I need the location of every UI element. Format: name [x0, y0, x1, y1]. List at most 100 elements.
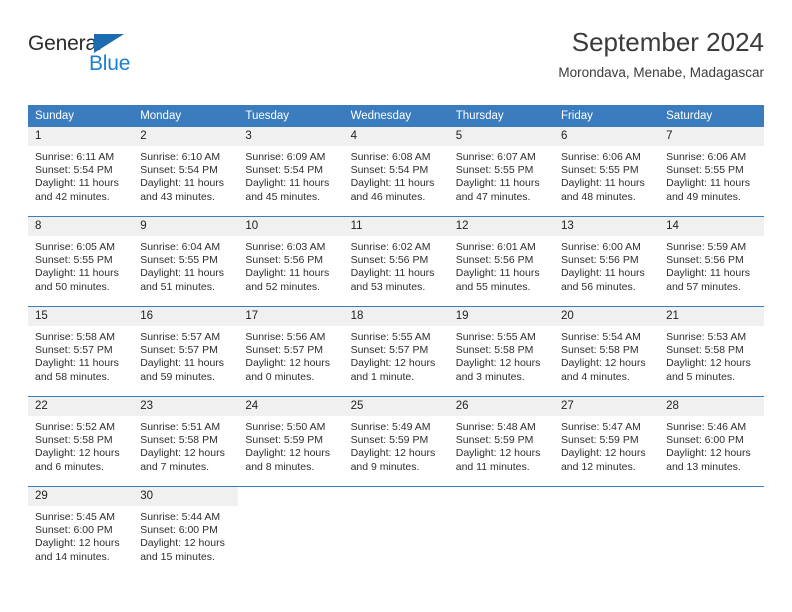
day-cell[interactable]: 27 Sunrise: 5:47 AM Sunset: 5:59 PM Dayl… — [553, 396, 660, 487]
day-cell-empty — [659, 486, 765, 576]
daylight-line1: Daylight: 11 hours — [140, 267, 225, 280]
day-cell[interactable]: 25 Sunrise: 5:49 AM Sunset: 5:59 PM Dayl… — [343, 396, 449, 487]
day-cell[interactable]: 10 Sunrise: 6:03 AM Sunset: 5:56 PM Dayl… — [238, 216, 344, 307]
sunset-text: Sunset: 5:56 PM — [245, 254, 324, 267]
week-row: 29 Sunrise: 5:45 AM Sunset: 6:00 PM Dayl… — [28, 486, 765, 576]
daylight-line1: Daylight: 11 hours — [350, 267, 435, 280]
page-subtitle: Morondava, Menabe, Madagascar — [558, 65, 764, 80]
sunset-text: Sunset: 5:55 PM — [560, 164, 639, 177]
day-cell[interactable]: 22 Sunrise: 5:52 AM Sunset: 5:58 PM Dayl… — [28, 396, 134, 487]
day-cell[interactable]: 19 Sunrise: 5:55 AM Sunset: 5:58 PM Dayl… — [448, 306, 554, 397]
day-cell[interactable]: 7 Sunrise: 6:06 AM Sunset: 5:55 PM Dayli… — [659, 127, 765, 217]
day-cell[interactable]: 3 Sunrise: 6:09 AM Sunset: 5:54 PM Dayli… — [238, 127, 344, 217]
day-number: 1 — [28, 127, 134, 146]
daylight-line1: Daylight: 11 hours — [666, 267, 750, 280]
day-number: 24 — [238, 397, 344, 416]
sunset-text: Sunset: 5:57 PM — [350, 344, 429, 357]
day-cell[interactable]: 2 Sunrise: 6:10 AM Sunset: 5:54 PM Dayli… — [133, 127, 239, 217]
daylight-line1: Daylight: 11 hours — [35, 177, 119, 190]
sunrise-text: Sunrise: 6:01 AM — [455, 241, 536, 253]
day-cell[interactable]: 8 Sunrise: 6:05 AM Sunset: 5:55 PM Dayli… — [28, 216, 134, 307]
daylight-line2: and 53 minutes. — [350, 280, 426, 293]
sunrise-text: Sunrise: 5:54 AM — [560, 331, 641, 343]
day-details: Sunrise: 5:53 AM Sunset: 5:58 PM Dayligh… — [659, 326, 764, 384]
day-number: 22 — [28, 397, 134, 416]
sunset-text: Sunset: 5:54 PM — [140, 164, 218, 177]
day-cell[interactable]: 15 Sunrise: 5:58 AM Sunset: 5:57 PM Dayl… — [28, 306, 134, 397]
day-cell[interactable]: 5 Sunrise: 6:07 AM Sunset: 5:55 PM Dayli… — [448, 127, 554, 217]
day-cell[interactable]: 16 Sunrise: 5:57 AM Sunset: 5:57 PM Dayl… — [133, 306, 239, 397]
day-details: Sunrise: 6:10 AM Sunset: 5:54 PM Dayligh… — [133, 146, 238, 204]
day-cell[interactable]: 20 Sunrise: 5:54 AM Sunset: 5:58 PM Dayl… — [553, 306, 660, 397]
day-cell[interactable]: 28 Sunrise: 5:46 AM Sunset: 6:00 PM Dayl… — [659, 396, 765, 487]
sunset-text: Sunset: 5:59 PM — [245, 434, 324, 447]
sunset-text: Sunset: 5:58 PM — [140, 434, 218, 447]
day-details: Sunrise: 5:51 AM Sunset: 5:58 PM Dayligh… — [133, 416, 238, 474]
sunset-text: Sunset: 5:55 PM — [455, 164, 534, 177]
day-details: Sunrise: 5:55 AM Sunset: 5:58 PM Dayligh… — [449, 326, 554, 384]
day-cell[interactable]: 1 Sunrise: 6:11 AM Sunset: 5:54 PM Dayli… — [28, 127, 134, 217]
day-cell[interactable]: 4 Sunrise: 6:08 AM Sunset: 5:54 PM Dayli… — [343, 127, 449, 217]
day-number: 6 — [553, 127, 660, 146]
day-number — [659, 487, 764, 506]
daylight-line1: Daylight: 11 hours — [35, 357, 119, 370]
day-cell[interactable]: 11 Sunrise: 6:02 AM Sunset: 5:56 PM Dayl… — [343, 216, 449, 307]
day-cell[interactable]: 9 Sunrise: 6:04 AM Sunset: 5:55 PM Dayli… — [133, 216, 239, 307]
day-number: 21 — [659, 307, 765, 326]
day-details: Sunrise: 5:59 AM Sunset: 5:56 PM Dayligh… — [659, 236, 764, 294]
day-cell[interactable]: 23 Sunrise: 5:51 AM Sunset: 5:58 PM Dayl… — [133, 396, 239, 487]
day-cell[interactable]: 14 Sunrise: 5:59 AM Sunset: 5:56 PM Dayl… — [659, 216, 765, 307]
general-blue-logo[interactable]: General Blue — [28, 32, 158, 88]
day-cell-empty — [238, 486, 344, 576]
daylight-line2: and 15 minutes. — [140, 550, 215, 563]
week-row: 22 Sunrise: 5:52 AM Sunset: 5:58 PM Dayl… — [28, 396, 765, 487]
day-cell[interactable]: 13 Sunrise: 6:00 AM Sunset: 5:56 PM Dayl… — [553, 216, 660, 307]
day-details: Sunrise: 5:46 AM Sunset: 6:00 PM Dayligh… — [659, 416, 764, 474]
daylight-line2: and 43 minutes. — [140, 190, 215, 203]
day-cell-empty — [448, 486, 554, 576]
daylight-line2: and 8 minutes. — [245, 460, 315, 473]
day-number: 25 — [343, 397, 449, 416]
day-cell[interactable]: 26 Sunrise: 5:48 AM Sunset: 5:59 PM Dayl… — [448, 396, 554, 487]
title-block: September 2024 Morondava, Menabe, Madaga… — [558, 26, 764, 84]
daylight-line1: Daylight: 12 hours — [455, 357, 541, 370]
day-cell[interactable]: 6 Sunrise: 6:06 AM Sunset: 5:55 PM Dayli… — [553, 127, 660, 217]
day-number: 11 — [343, 217, 449, 236]
day-details: Sunrise: 5:47 AM Sunset: 5:59 PM Dayligh… — [554, 416, 659, 474]
daylight-line2: and 50 minutes. — [35, 280, 110, 293]
day-number: 20 — [553, 307, 660, 326]
day-number: 5 — [448, 127, 554, 146]
sunrise-text: Sunrise: 6:11 AM — [35, 151, 115, 163]
day-cell[interactable]: 29 Sunrise: 5:45 AM Sunset: 6:00 PM Dayl… — [28, 486, 134, 576]
day-details: Sunrise: 5:50 AM Sunset: 5:59 PM Dayligh… — [238, 416, 343, 474]
day-cell[interactable]: 18 Sunrise: 5:55 AM Sunset: 5:57 PM Dayl… — [343, 306, 449, 397]
daylight-line2: and 55 minutes. — [455, 280, 531, 293]
day-details: Sunrise: 5:52 AM Sunset: 5:58 PM Dayligh… — [28, 416, 133, 474]
daylight-line2: and 9 minutes. — [350, 460, 420, 473]
day-details: Sunrise: 5:49 AM Sunset: 5:59 PM Dayligh… — [344, 416, 449, 474]
daylight-line2: and 56 minutes. — [560, 280, 636, 293]
daylight-line1: Daylight: 12 hours — [666, 447, 751, 460]
day-cell[interactable]: 17 Sunrise: 5:56 AM Sunset: 5:57 PM Dayl… — [238, 306, 344, 397]
daylight-line1: Daylight: 12 hours — [245, 447, 331, 460]
day-cell[interactable]: 12 Sunrise: 6:01 AM Sunset: 5:56 PM Dayl… — [448, 216, 554, 307]
sunset-text: Sunset: 5:56 PM — [350, 254, 429, 267]
calendar-page: General Blue September 2024 Morondava, M… — [0, 0, 792, 612]
sunrise-text: Sunrise: 6:10 AM — [140, 151, 221, 163]
sunrise-text: Sunrise: 6:08 AM — [350, 151, 431, 163]
daylight-line1: Daylight: 12 hours — [350, 447, 436, 460]
day-number — [554, 487, 659, 506]
sunset-text: Sunset: 5:56 PM — [666, 254, 744, 267]
day-cell[interactable]: 21 Sunrise: 5:53 AM Sunset: 5:58 PM Dayl… — [659, 306, 765, 397]
daylight-line2: and 7 minutes. — [140, 460, 210, 473]
day-details: Sunrise: 6:07 AM Sunset: 5:55 PM Dayligh… — [449, 146, 554, 204]
day-cell[interactable]: 30 Sunrise: 5:44 AM Sunset: 6:00 PM Dayl… — [133, 486, 239, 576]
week-row: 1 Sunrise: 6:11 AM Sunset: 5:54 PM Dayli… — [28, 127, 765, 217]
daylight-line1: Daylight: 12 hours — [666, 357, 751, 370]
daylight-line1: Daylight: 11 hours — [245, 267, 330, 280]
sunset-text: Sunset: 6:00 PM — [140, 524, 218, 537]
day-details: Sunrise: 6:06 AM Sunset: 5:55 PM Dayligh… — [554, 146, 659, 204]
day-cell[interactable]: 24 Sunrise: 5:50 AM Sunset: 5:59 PM Dayl… — [238, 396, 344, 487]
daylight-line2: and 4 minutes. — [560, 370, 630, 383]
daylight-line1: Daylight: 11 hours — [140, 177, 225, 190]
